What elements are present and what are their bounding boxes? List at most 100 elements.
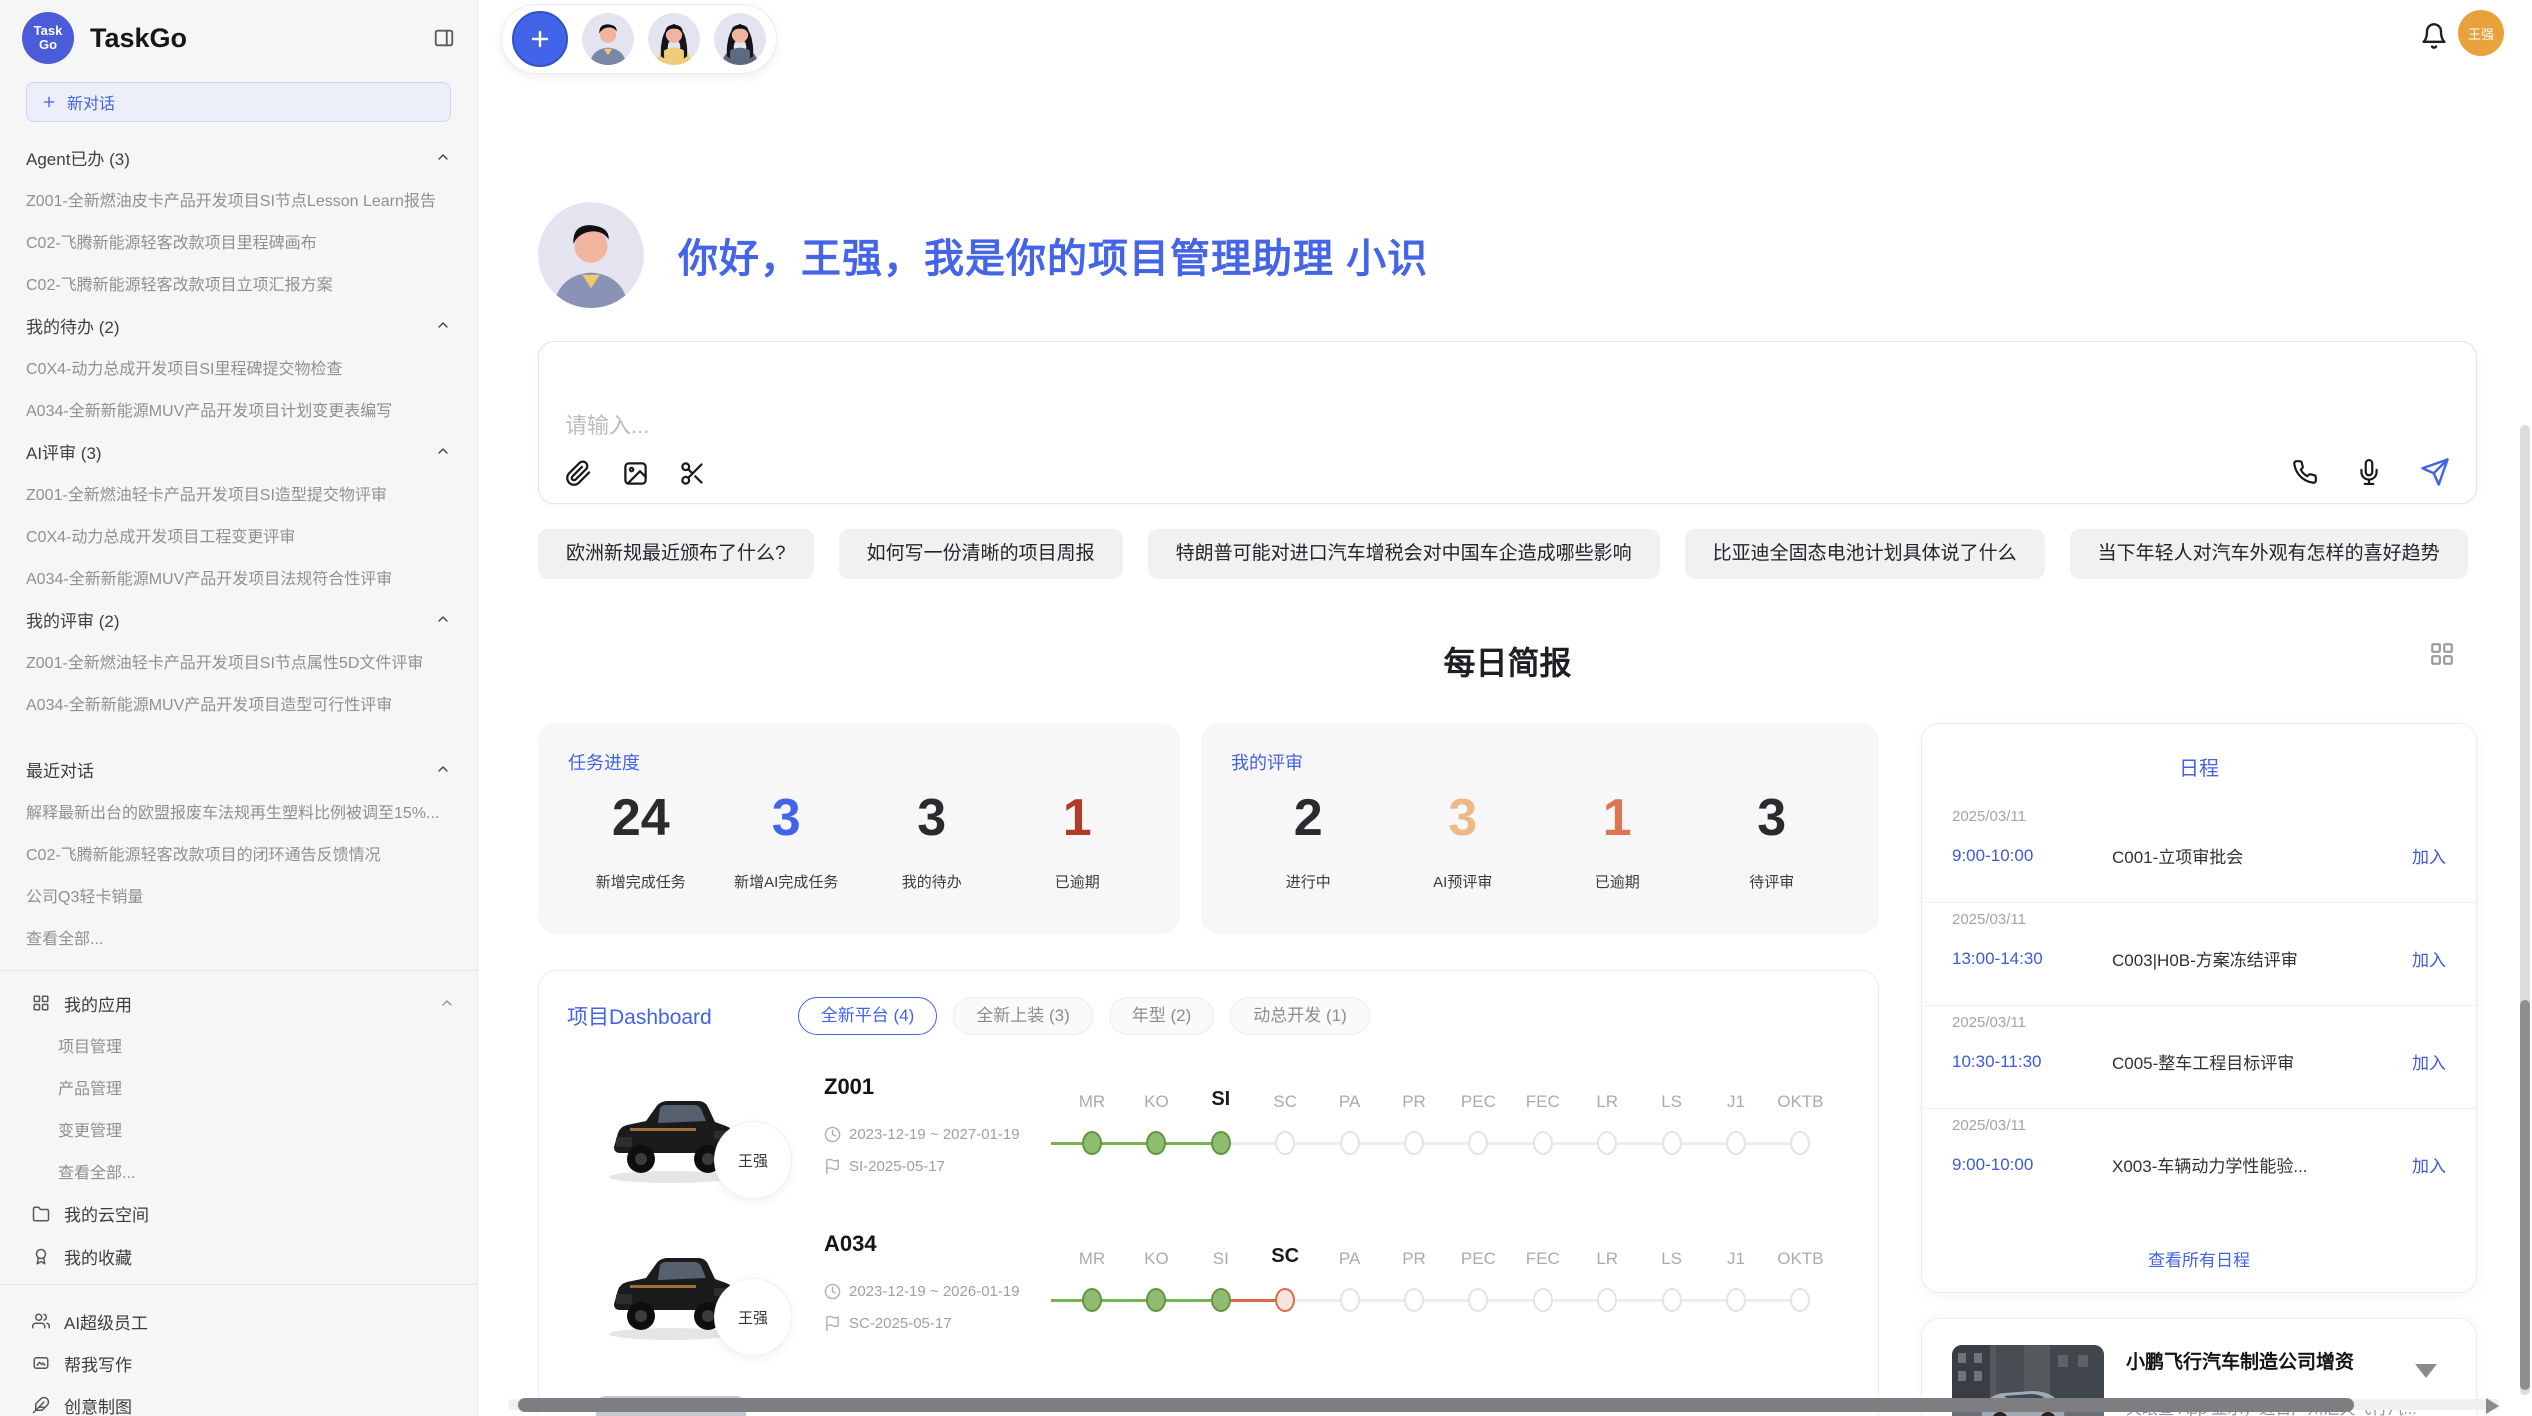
recent-conversation-item[interactable]: 公司Q3轻卡销量 [0, 874, 477, 916]
collapse-sidebar-icon[interactable] [433, 27, 455, 49]
milestone-node-LS[interactable] [1662, 1288, 1682, 1312]
milestone-node-PR[interactable] [1404, 1288, 1424, 1312]
milestone-node-OKTB[interactable] [1790, 1288, 1810, 1312]
milestone-node-LR[interactable] [1597, 1288, 1617, 1312]
suggestion-chip[interactable]: 特朗普可能对进口汽车增税会对中国车企造成哪些影响 [1148, 529, 1660, 579]
stat[interactable]: 3 新增AI完成任务 [714, 789, 860, 892]
attachment-icon[interactable] [565, 460, 592, 487]
sidebar-item[interactable]: C0X4-动力总成开发项目SI里程碑提交物检查 [0, 346, 477, 388]
phone-call-icon[interactable] [2292, 459, 2318, 485]
scissors-icon[interactable] [679, 460, 706, 487]
image-upload-icon[interactable] [622, 460, 649, 487]
horizontal-scrollbar-thumb[interactable] [518, 1398, 2354, 1412]
milestone-node-SI[interactable] [1211, 1131, 1231, 1155]
sidebar-item[interactable]: Z001-全新燃油皮卡产品开发项目SI节点Lesson Learn报告 [0, 178, 477, 220]
milestone-node-SC[interactable] [1275, 1131, 1295, 1155]
view-all-conversations-link[interactable]: 查看全部... [0, 916, 477, 958]
recent-conversation-item[interactable]: C02-飞腾新能源轻客改款项目的闭环通告反馈情况 [0, 832, 477, 874]
sidebar-tool[interactable]: 创意制图 [0, 1384, 477, 1416]
milestone-node-MR[interactable] [1082, 1288, 1102, 1312]
stat[interactable]: 2 进行中 [1231, 789, 1386, 892]
assistant-avatar[interactable] [648, 13, 700, 65]
dashboard-tab[interactable]: 全新平台 (4) [798, 997, 938, 1035]
join-meeting-link[interactable]: 加入 [2412, 946, 2446, 971]
project-row[interactable]: 王强 A034 2023-12-19 ~ 2026-01-19 SC-2025-… [539, 1213, 1878, 1370]
project-owner-badge: 王强 [714, 1278, 792, 1356]
view-all-schedule-link[interactable]: 查看所有日程 [1922, 1246, 2476, 1271]
user-avatar[interactable]: 王强 [2458, 10, 2504, 56]
milestone-node-PA[interactable] [1340, 1288, 1360, 1312]
join-meeting-link[interactable]: 加入 [2412, 1152, 2446, 1177]
sidebar-section-header[interactable]: 我的评审 (2) [0, 598, 477, 640]
sidebar-section-header[interactable]: AI评审 (3) [0, 430, 477, 472]
join-meeting-link[interactable]: 加入 [2412, 1049, 2446, 1074]
milestone-node-KO[interactable] [1146, 1131, 1166, 1155]
sidebar-shortcut[interactable]: 我的云空间 [0, 1192, 477, 1235]
milestone-node-KO[interactable] [1146, 1288, 1166, 1312]
microphone-icon[interactable] [2356, 459, 2382, 485]
stat-value: 2 [1231, 789, 1386, 849]
stat[interactable]: 1 已逾期 [1005, 789, 1151, 892]
sidebar-tool[interactable]: 帮我写作 [0, 1342, 477, 1384]
layout-grid-icon[interactable] [2429, 641, 2455, 667]
sidebar-section-header[interactable]: 我的待办 (2) [0, 304, 477, 346]
milestone-node-SC[interactable] [1275, 1288, 1295, 1312]
sidebar-shortcut[interactable]: 我的收藏 [0, 1235, 477, 1278]
milestone-node-SI[interactable] [1211, 1288, 1231, 1312]
app-link[interactable]: 产品管理 [0, 1066, 477, 1108]
stat-label: 新增完成任务 [568, 871, 714, 892]
assistant-avatar[interactable] [582, 13, 634, 65]
milestone-node-PEC[interactable] [1468, 1131, 1488, 1155]
sidebar-section-header[interactable]: Agent已办 (3) [0, 136, 477, 178]
stat[interactable]: 3 我的待办 [859, 789, 1005, 892]
add-assistant-button[interactable] [512, 11, 568, 67]
milestone-node-FEC[interactable] [1533, 1288, 1553, 1312]
milestone-node-PEC[interactable] [1468, 1288, 1488, 1312]
send-icon[interactable] [2420, 457, 2450, 487]
milestone-node-MR[interactable] [1082, 1131, 1102, 1155]
stat[interactable]: 1 已逾期 [1540, 789, 1695, 892]
chat-input[interactable]: 请输入... [538, 341, 2477, 504]
stat[interactable]: 3 AI预评审 [1386, 789, 1541, 892]
sidebar-item[interactable]: A034-全新新能源MUV产品开发项目造型可行性评审 [0, 682, 477, 724]
view-all-apps-link[interactable]: 查看全部... [0, 1150, 477, 1192]
milestone-node-LR[interactable] [1597, 1131, 1617, 1155]
suggestion-chip[interactable]: 如何写一份清晰的项目周报 [839, 529, 1123, 579]
suggestion-chip[interactable]: 欧洲新规最近颁布了什么? [538, 529, 814, 579]
vertical-scrollbar-thumb[interactable] [2520, 1000, 2530, 1390]
milestone-node-OKTB[interactable] [1790, 1131, 1810, 1155]
sidebar-item[interactable]: C02-飞腾新能源轻客改款项目里程碑画布 [0, 220, 477, 262]
sidebar-item[interactable]: C0X4-动力总成开发项目工程变更评审 [0, 514, 477, 556]
my-apps-header[interactable]: 我的应用 [0, 982, 477, 1024]
stat[interactable]: 24 新增完成任务 [568, 789, 714, 892]
milestone-node-PR[interactable] [1404, 1131, 1424, 1155]
dashboard-tab[interactable]: 动总开发 (1) [1230, 997, 1370, 1035]
app-link[interactable]: 项目管理 [0, 1024, 477, 1066]
dashboard-tab[interactable]: 全新上装 (3) [953, 997, 1093, 1035]
suggestion-chip[interactable]: 比亚迪全固态电池计划具体说了什么 [1685, 529, 2045, 579]
milestone-node-J1[interactable] [1726, 1288, 1746, 1312]
dashboard-tab[interactable]: 年型 (2) [1109, 997, 1215, 1035]
sidebar-item[interactable]: Z001-全新燃油轻卡产品开发项目SI节点属性5D文件评审 [0, 640, 477, 682]
recent-section-header[interactable]: 最近对话 [0, 748, 477, 790]
app-link[interactable]: 变更管理 [0, 1108, 477, 1150]
scroll-right-arrow-icon[interactable] [2486, 1398, 2499, 1414]
milestone-node-FEC[interactable] [1533, 1131, 1553, 1155]
sidebar-item[interactable]: A034-全新新能源MUV产品开发项目法规符合性评审 [0, 556, 477, 598]
stat[interactable]: 3 待评审 [1695, 789, 1850, 892]
sidebar-tool[interactable]: AI超级员工 [0, 1300, 477, 1342]
sidebar-item[interactable]: A034-全新新能源MUV产品开发项目计划变更表编写 [0, 388, 477, 430]
sidebar-item[interactable]: Z001-全新燃油轻卡产品开发项目SI造型提交物评审 [0, 472, 477, 514]
suggestion-chip[interactable]: 当下年轻人对汽车外观有怎样的喜好趋势 [2070, 529, 2468, 579]
notifications-bell-icon[interactable] [2420, 22, 2448, 50]
sidebar-item[interactable]: C02-飞腾新能源轻客改款项目立项汇报方案 [0, 262, 477, 304]
new-chat-button[interactable]: 新对话 [26, 82, 451, 122]
milestone-node-PA[interactable] [1340, 1131, 1360, 1155]
milestone-node-LS[interactable] [1662, 1131, 1682, 1155]
scroll-down-indicator-icon[interactable] [2415, 1364, 2437, 1378]
join-meeting-link[interactable]: 加入 [2412, 843, 2446, 868]
assistant-avatar[interactable] [714, 13, 766, 65]
milestone-node-J1[interactable] [1726, 1131, 1746, 1155]
recent-conversation-item[interactable]: 解释最新出台的欧盟报废车法规再生塑料比例被调至15%... [0, 790, 477, 832]
project-row[interactable]: 王强 Z001 2023-12-19 ~ 2027-01-19 SI-2025-… [539, 1056, 1878, 1213]
